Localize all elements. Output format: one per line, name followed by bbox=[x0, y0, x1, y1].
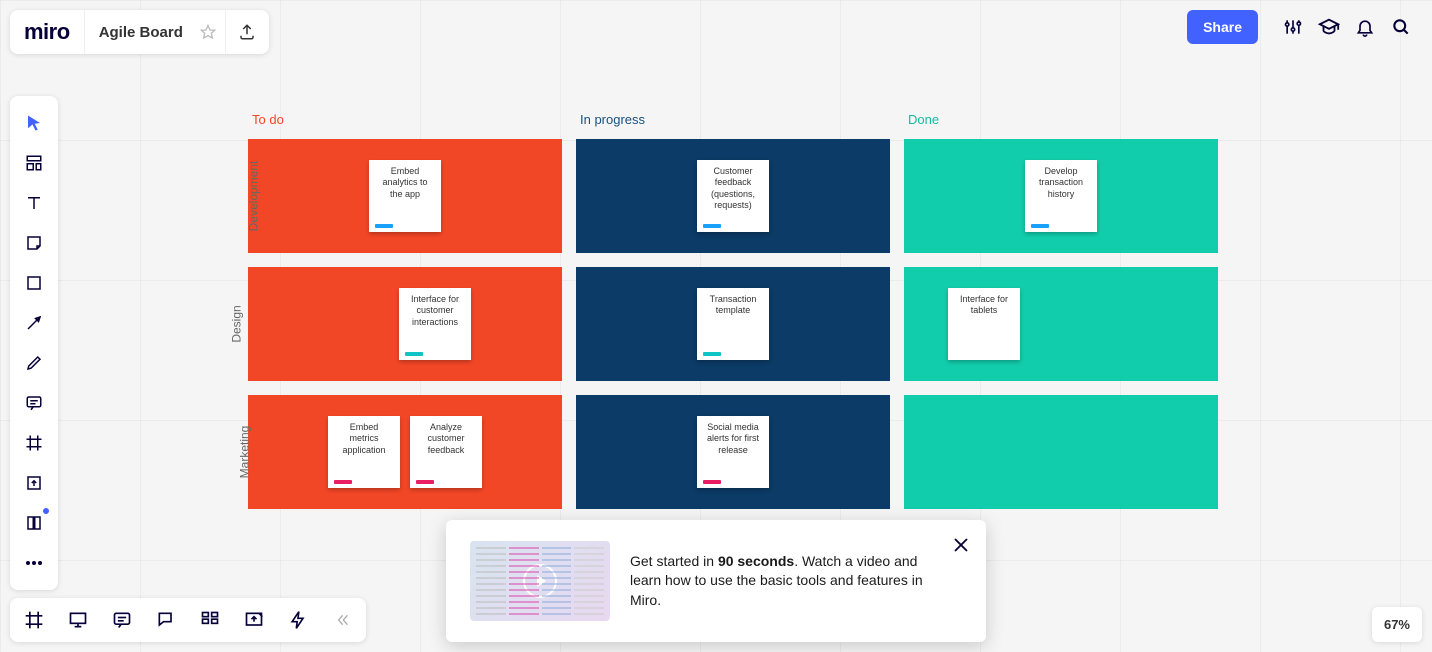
sticky-note-tool[interactable] bbox=[15, 224, 53, 262]
export-icon[interactable] bbox=[225, 10, 269, 54]
top-right-controls: Share bbox=[1187, 10, 1422, 44]
settings-icon[interactable] bbox=[1282, 16, 1304, 38]
tutorial-popup: Get started in 90 seconds. Watch a video… bbox=[446, 520, 986, 642]
select-tool[interactable] bbox=[15, 104, 53, 142]
collapse-icon[interactable] bbox=[326, 604, 358, 636]
presentation-icon[interactable] bbox=[62, 604, 94, 636]
learn-icon[interactable] bbox=[1318, 16, 1340, 38]
column-header-todo: To do bbox=[248, 112, 562, 127]
frame-tool[interactable] bbox=[15, 424, 53, 462]
activity-icon[interactable] bbox=[282, 604, 314, 636]
notifications-icon[interactable] bbox=[1354, 16, 1376, 38]
arrow-tool[interactable] bbox=[15, 304, 53, 342]
kanban-board[interactable]: To do In progress Done Development Embed… bbox=[248, 112, 1218, 523]
card-view-icon[interactable] bbox=[194, 604, 226, 636]
cell-dev-todo[interactable]: Embed analytics to the app bbox=[248, 139, 562, 253]
column-header-inprogress: In progress bbox=[576, 112, 890, 127]
apps-tool[interactable] bbox=[15, 504, 53, 542]
cell-design-done[interactable]: Interface for tablets bbox=[904, 267, 1218, 381]
close-icon[interactable] bbox=[950, 534, 972, 556]
tutorial-video-thumb[interactable] bbox=[470, 541, 610, 621]
comment-tool[interactable] bbox=[15, 384, 53, 422]
text-tool[interactable] bbox=[15, 184, 53, 222]
cell-marketing-done[interactable] bbox=[904, 395, 1218, 509]
shape-tool[interactable] bbox=[15, 264, 53, 302]
miro-logo[interactable]: miro bbox=[10, 10, 85, 54]
card[interactable]: Customer feedback (questions, requests) bbox=[697, 160, 769, 232]
comments-panel-icon[interactable] bbox=[106, 604, 138, 636]
more-tool[interactable] bbox=[15, 544, 53, 582]
cell-design-inprogress[interactable]: Transaction template bbox=[576, 267, 890, 381]
row-label-design: Design bbox=[230, 305, 244, 342]
cell-design-todo[interactable]: Interface for customer interactions bbox=[248, 267, 562, 381]
board-title[interactable]: Agile Board bbox=[85, 24, 191, 41]
card[interactable]: Develop transaction history bbox=[1025, 160, 1097, 232]
card[interactable]: Embed metrics application bbox=[328, 416, 400, 488]
screen-share-icon[interactable] bbox=[238, 604, 270, 636]
board-header: miro Agile Board bbox=[10, 10, 269, 54]
upload-tool[interactable] bbox=[15, 464, 53, 502]
tutorial-text: Get started in 90 seconds. Watch a video… bbox=[630, 552, 936, 611]
star-icon[interactable] bbox=[191, 10, 225, 54]
card[interactable]: Embed analytics to the app bbox=[369, 160, 441, 232]
zoom-level[interactable]: 67% bbox=[1372, 607, 1422, 642]
cell-dev-inprogress[interactable]: Customer feedback (questions, requests) bbox=[576, 139, 890, 253]
card[interactable]: Social media alerts for first release bbox=[697, 416, 769, 488]
column-header-done: Done bbox=[904, 112, 1218, 127]
card[interactable]: Analyze customer feedback bbox=[410, 416, 482, 488]
card[interactable]: Transaction template bbox=[697, 288, 769, 360]
search-icon[interactable] bbox=[1390, 16, 1412, 38]
card[interactable]: Interface for tablets bbox=[948, 288, 1020, 360]
row-label-development: Development bbox=[246, 161, 260, 232]
row-label-marketing: Marketing bbox=[237, 426, 251, 479]
cell-marketing-inprogress[interactable]: Social media alerts for first release bbox=[576, 395, 890, 509]
cell-dev-done[interactable]: Develop transaction history bbox=[904, 139, 1218, 253]
share-button[interactable]: Share bbox=[1187, 10, 1258, 44]
pen-tool[interactable] bbox=[15, 344, 53, 382]
card[interactable]: Interface for customer interactions bbox=[399, 288, 471, 360]
chat-icon[interactable] bbox=[150, 604, 182, 636]
left-toolbar bbox=[10, 96, 58, 590]
frames-panel-icon[interactable] bbox=[18, 604, 50, 636]
bottom-toolbar bbox=[10, 598, 366, 642]
cell-marketing-todo[interactable]: Embed metrics application Analyze custom… bbox=[248, 395, 562, 509]
templates-tool[interactable] bbox=[15, 144, 53, 182]
